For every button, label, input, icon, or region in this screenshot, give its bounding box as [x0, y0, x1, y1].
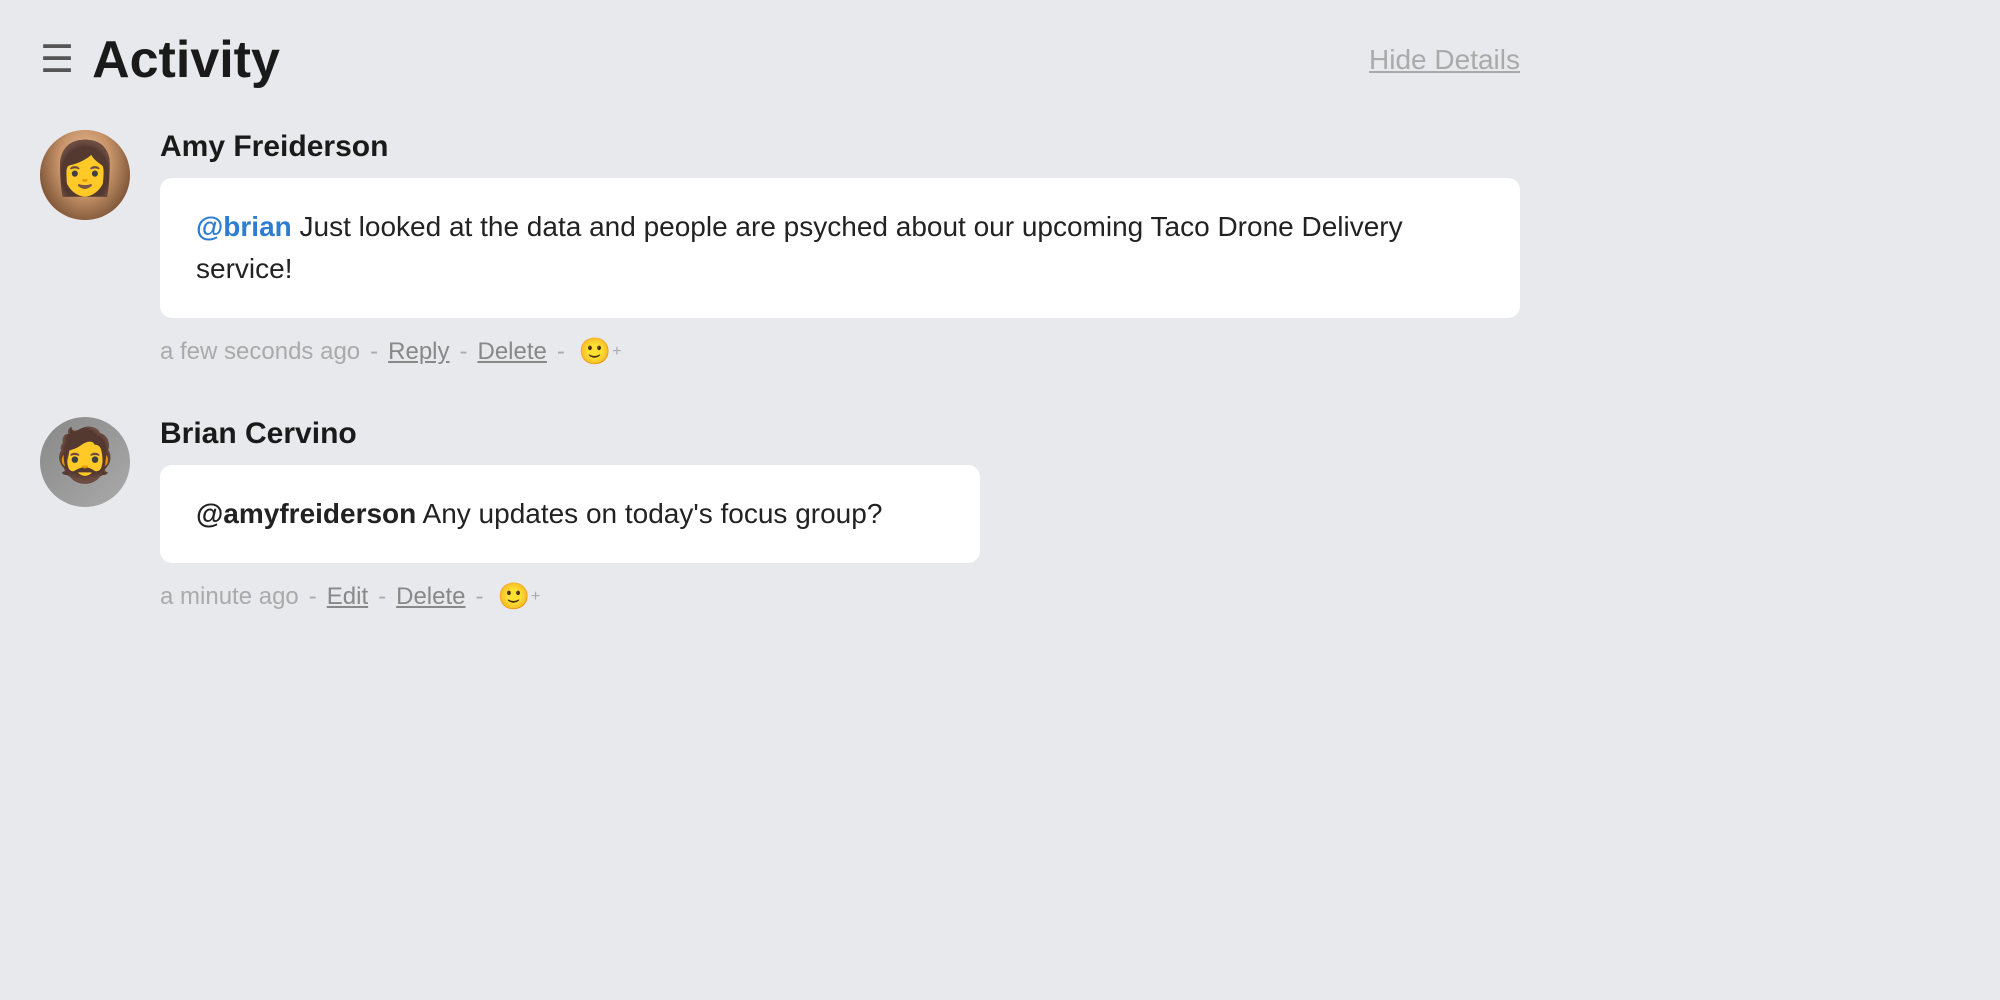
hide-details-button[interactable]: Hide Details: [1369, 44, 1520, 76]
emoji-reaction-amy[interactable]: 🙂+: [579, 336, 622, 367]
avatar-brian: [40, 417, 130, 507]
message-text-amy: @brian Just looked at the data and peopl…: [196, 211, 1403, 284]
activity-panel: ☰ Activity Hide Details Amy Freiderson @…: [0, 0, 1560, 692]
message-bubble-amy: @brian Just looked at the data and peopl…: [160, 178, 1520, 318]
mention-amyfreiderson: @amyfreiderson: [196, 498, 416, 529]
panel-title: Activity: [92, 30, 280, 90]
avatar-amy: [40, 130, 130, 220]
activity-item-amy: Amy Freiderson @brian Just looked at the…: [40, 130, 1520, 367]
message-body-brian: Any updates on today's focus group?: [416, 498, 882, 529]
activity-content-brian: Brian Cervino @amyfreiderson Any updates…: [160, 417, 1520, 612]
header-left: ☰ Activity: [40, 30, 280, 90]
emoji-reaction-brian[interactable]: 🙂+: [498, 581, 541, 612]
user-name-brian: Brian Cervino: [160, 417, 1520, 451]
timestamp-amy: a few seconds ago: [160, 338, 360, 366]
action-row-amy: a few seconds ago - Reply - Delete - 🙂+: [160, 336, 1520, 367]
delete-link-amy[interactable]: Delete: [478, 338, 547, 366]
panel-header: ☰ Activity Hide Details: [40, 30, 1520, 90]
message-body-amy: Just looked at the data and people are p…: [196, 211, 1403, 284]
mention-brian: @brian: [196, 211, 292, 242]
message-bubble-brian: @amyfreiderson Any updates on today's fo…: [160, 465, 980, 563]
edit-link-brian[interactable]: Edit: [327, 583, 368, 611]
action-row-brian: a minute ago - Edit - Delete - 🙂+: [160, 581, 1520, 612]
activity-content-amy: Amy Freiderson @brian Just looked at the…: [160, 130, 1520, 367]
activity-icon: ☰: [40, 41, 74, 79]
user-name-amy: Amy Freiderson: [160, 130, 1520, 164]
timestamp-brian: a minute ago: [160, 583, 299, 611]
message-text-brian: @amyfreiderson Any updates on today's fo…: [196, 498, 882, 529]
reply-link-amy[interactable]: Reply: [388, 338, 449, 366]
activity-item-brian: Brian Cervino @amyfreiderson Any updates…: [40, 417, 1520, 612]
delete-link-brian[interactable]: Delete: [396, 583, 465, 611]
